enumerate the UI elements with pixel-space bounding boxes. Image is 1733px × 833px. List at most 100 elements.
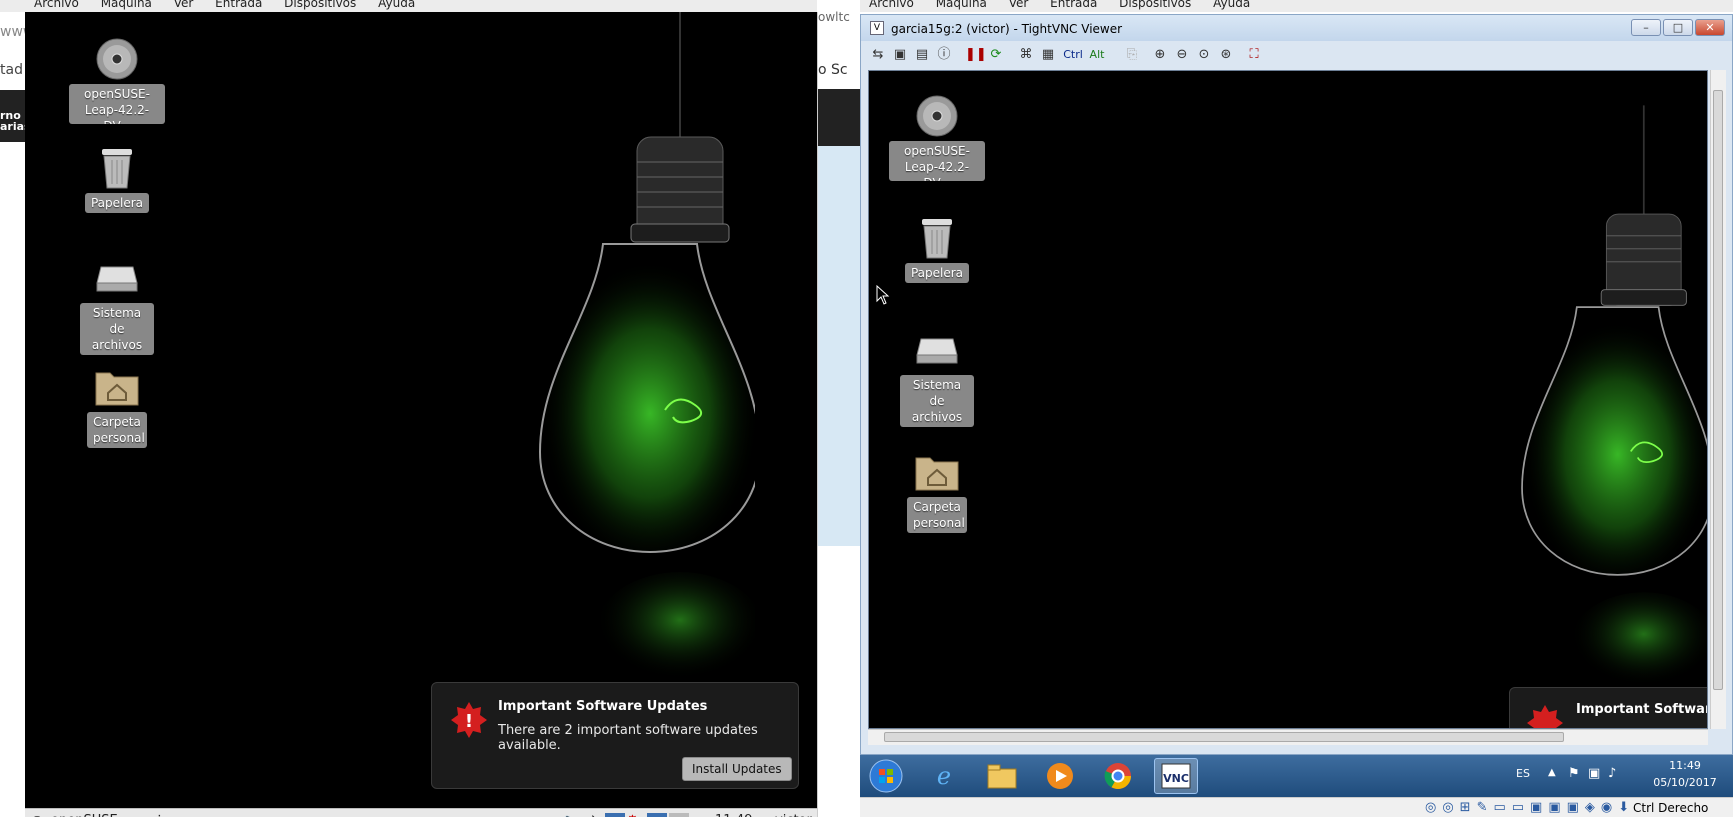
vnc-titlebar: V garcia15g:2 (victor) - TightVNC Viewer… bbox=[861, 15, 1732, 41]
remote-wallpaper-bulb bbox=[1509, 71, 1707, 728]
zoom-out-icon[interactable]: ⊖ bbox=[1173, 46, 1191, 64]
svg-text:VNC: VNC bbox=[1163, 772, 1189, 785]
disc-icon bbox=[914, 93, 960, 139]
fragment-tad: tad bbox=[0, 62, 23, 78]
menu-dispositivos-2[interactable]: Dispositivos bbox=[1119, 0, 1191, 10]
fullscreen-icon[interactable]: ⛶ bbox=[1245, 46, 1263, 64]
options-icon[interactable]: ▤ bbox=[913, 46, 931, 64]
fragment-mid-blue bbox=[818, 146, 862, 546]
info-icon[interactable]: ⓘ bbox=[935, 46, 953, 64]
vbox-menubar-left: Archivo Máquina Ver Entrada Dispositivos… bbox=[25, 0, 817, 12]
remote-icon-filesystem-label: Sistema de archivos bbox=[900, 375, 974, 427]
new-connection-icon[interactable]: ⇆ bbox=[869, 46, 887, 64]
fragment-mid-sc: o Sc bbox=[818, 62, 848, 78]
host-background-left: www. tad rno arias bbox=[0, 12, 38, 833]
remote-warning-icon bbox=[1526, 704, 1564, 728]
desktop-icon-dvd-label: openSUSE-Leap-42.2-DV... bbox=[69, 84, 165, 124]
remote-icon-home[interactable]: Carpeta personal bbox=[887, 449, 987, 533]
clipboard-icon[interactable]: ⎘ bbox=[1123, 46, 1141, 64]
vnc-vscroll-thumb[interactable] bbox=[1713, 90, 1723, 690]
zoom-in-icon[interactable]: ⊕ bbox=[1151, 46, 1169, 64]
vbox-menubar-right: Archivo Máquina Ver Entrada Dispositivos… bbox=[860, 0, 1733, 12]
maximize-button[interactable]: □ bbox=[1663, 19, 1693, 36]
desktop-icon-trash[interactable]: Papelera bbox=[67, 145, 167, 213]
menu-ver-2[interactable]: Ver bbox=[1009, 0, 1029, 10]
minimize-button[interactable]: – bbox=[1631, 19, 1661, 36]
fragment-dark-block: rno arias bbox=[0, 90, 31, 142]
ctrl-key-button[interactable]: Ctrl bbox=[1061, 46, 1085, 64]
wallpaper-bulb bbox=[525, 12, 765, 696]
menu-entrada-2[interactable]: Entrada bbox=[1050, 0, 1097, 10]
taskbar-clock[interactable]: 11:49 bbox=[1650, 759, 1720, 772]
menu-dispositivos[interactable]: Dispositivos bbox=[284, 0, 356, 10]
remote-icon-trash[interactable]: Papelera bbox=[887, 215, 987, 283]
host-key-label: Ctrl Derecho bbox=[1633, 801, 1709, 815]
vnc-vertical-scrollbar[interactable] bbox=[1710, 70, 1726, 729]
trash-icon bbox=[914, 215, 960, 261]
language-indicator[interactable]: ES bbox=[1516, 767, 1530, 780]
vnc-toolbar: ⇆ ▣ ▤ ⓘ ❚❚ ⟳ ⌘ ▦ Ctrl Alt ⎘ ⊕ ⊖ ⊙ ⊛ ⛶ bbox=[861, 41, 1732, 69]
explorer-icon[interactable] bbox=[980, 758, 1024, 794]
close-button[interactable]: ✕ bbox=[1695, 19, 1725, 36]
tray-network-icon[interactable]: ▣ bbox=[1588, 766, 1600, 781]
remote-icon-dvd-label: openSUSE-Leap-42.2-DV... bbox=[889, 141, 985, 181]
vnc-remote-desktop[interactable]: openSUSE-Leap-42.2-DV... Papelera Sistem… bbox=[868, 70, 1708, 729]
vnc-hscroll-thumb[interactable] bbox=[884, 732, 1564, 742]
drive-icon bbox=[94, 255, 140, 301]
media-player-icon[interactable] bbox=[1038, 758, 1082, 794]
zoom-fit-icon[interactable]: ⊛ bbox=[1217, 46, 1235, 64]
refresh-icon[interactable]: ⟳ bbox=[987, 46, 1005, 64]
home-folder-icon bbox=[914, 449, 960, 495]
ctrl-alt-del-icon[interactable]: ⌘ bbox=[1017, 46, 1035, 64]
vbox-status-icons[interactable]: ◎◎⊞✎▭▭▣▣▣◈◉⬇ bbox=[1425, 800, 1635, 815]
vnc-icon[interactable]: VNC bbox=[1154, 758, 1198, 794]
menu-ver[interactable]: Ver bbox=[174, 0, 194, 10]
disc-icon bbox=[94, 36, 140, 82]
vbox-guest-desktop: openSUSE-Leap-42.2-DV... Papelera Sistem… bbox=[25, 12, 817, 833]
remote-icon-trash-label: Papelera bbox=[904, 263, 970, 283]
zoom-100-icon[interactable]: ⊙ bbox=[1195, 46, 1213, 64]
fragment-mid-dark bbox=[818, 89, 862, 146]
notification-body: There are 2 important software updates a… bbox=[498, 723, 758, 753]
desktop-icon-dvd[interactable]: openSUSE-Leap-42.2-DV... bbox=[67, 36, 167, 128]
menu-maquina[interactable]: Máquina bbox=[101, 0, 152, 10]
tightvnc-window: V garcia15g:2 (victor) - TightVNC Viewer… bbox=[860, 14, 1733, 755]
tray-flag-icon[interactable]: ⚑ bbox=[1568, 766, 1580, 781]
vnc-horizontal-scrollbar[interactable] bbox=[868, 729, 1708, 745]
fragment-mid-top: owltc bbox=[818, 10, 850, 24]
menu-ayuda[interactable]: Ayuda bbox=[378, 0, 415, 10]
win-key-icon[interactable]: ▦ bbox=[1039, 46, 1057, 64]
chrome-icon[interactable] bbox=[1096, 758, 1140, 794]
alt-key-button[interactable]: Alt bbox=[1087, 46, 1107, 64]
menu-archivo[interactable]: Archivo bbox=[34, 0, 79, 10]
menu-maquina-2[interactable]: Máquina bbox=[936, 0, 987, 10]
start-orb-icon[interactable] bbox=[864, 758, 908, 794]
desktop-icon-home-label: Carpeta personal bbox=[87, 412, 147, 448]
menu-archivo-2[interactable]: Archivo bbox=[869, 0, 914, 10]
remote-icon-filesystem[interactable]: Sistema de archivos bbox=[887, 327, 987, 427]
vnc-app-icon: V bbox=[870, 21, 884, 35]
windows-taskbar: ℯ VNC ES ▲ ⚑ ▣ ♪ 11:49 05/10/2017 bbox=[860, 755, 1733, 797]
warning-icon: ! bbox=[450, 701, 488, 743]
drive-icon bbox=[914, 327, 960, 373]
screen: Archivo Máquina Ver Entrada Dispositivos… bbox=[0, 0, 1733, 833]
ie-icon[interactable]: ℯ bbox=[922, 758, 966, 794]
tray-volume-icon[interactable]: ♪ bbox=[1608, 766, 1616, 781]
menu-ayuda-2[interactable]: Ayuda bbox=[1213, 0, 1250, 10]
vbox-menubar-left-gap bbox=[0, 0, 25, 12]
taskbar-date[interactable]: 05/10/2017 bbox=[1650, 776, 1720, 789]
remote-notification-title: Important Software U bbox=[1576, 702, 1707, 717]
install-updates-button[interactable]: Install Updates bbox=[682, 757, 792, 781]
desktop-icon-filesystem-label: Sistema de archivos bbox=[80, 303, 154, 355]
desktop-icon-filesystem[interactable]: Sistema de archivos bbox=[67, 255, 167, 355]
save-icon[interactable]: ▣ bbox=[891, 46, 909, 64]
pause-icon[interactable]: ❚❚ bbox=[965, 46, 987, 64]
notification-title: Important Software Updates bbox=[498, 699, 708, 714]
tray-expand-icon[interactable]: ▲ bbox=[1548, 767, 1556, 778]
remote-icon-dvd[interactable]: openSUSE-Leap-42.2-DV... bbox=[887, 93, 987, 185]
desktop-icon-home[interactable]: Carpeta personal bbox=[67, 364, 167, 448]
menu-entrada[interactable]: Entrada bbox=[215, 0, 262, 10]
vbox-statusbar: ◎◎⊞✎▭▭▣▣▣◈◉⬇ Ctrl Derecho bbox=[860, 797, 1733, 817]
host-background-middle: owltc o Sc bbox=[817, 10, 862, 833]
desktop-icon-trash-label: Papelera bbox=[84, 193, 150, 213]
